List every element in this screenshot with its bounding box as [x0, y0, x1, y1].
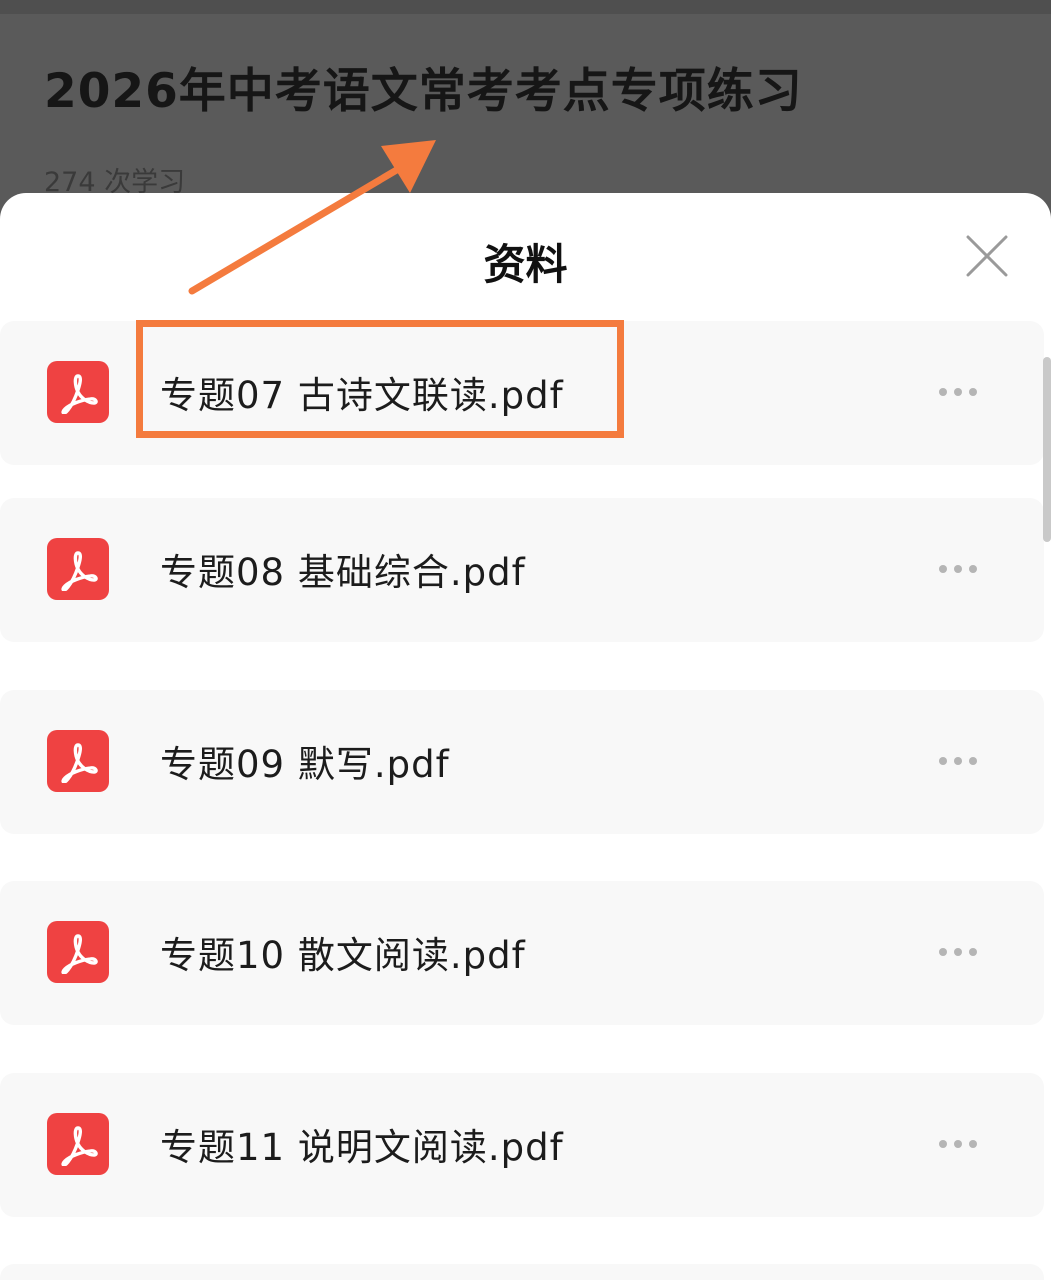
more-options-button[interactable] — [930, 1129, 986, 1159]
file-name: 专题11 说明文阅读.pdf — [160, 1126, 564, 1169]
close-button[interactable] — [958, 227, 1016, 285]
more-dot-icon — [954, 565, 962, 573]
file-row[interactable]: 专题09 默写.pdf — [0, 690, 1044, 834]
pdf-icon — [47, 538, 109, 600]
course-title: 2026年中考语文常考考点专项练习 — [44, 64, 803, 119]
more-dot-icon — [969, 388, 977, 396]
more-dot-icon — [954, 388, 962, 396]
more-dot-icon — [969, 757, 977, 765]
more-dot-icon — [969, 565, 977, 573]
more-dot-icon — [954, 757, 962, 765]
more-options-button[interactable] — [930, 554, 986, 584]
more-dot-icon — [969, 1140, 977, 1148]
file-row[interactable]: 专题08 基础综合.pdf — [0, 498, 1044, 642]
more-dot-icon — [939, 565, 947, 573]
file-row-partial[interactable] — [0, 1264, 1044, 1280]
more-options-button[interactable] — [930, 746, 986, 776]
more-dot-icon — [954, 1140, 962, 1148]
more-dot-icon — [939, 948, 947, 956]
more-dot-icon — [939, 1140, 947, 1148]
more-dot-icon — [954, 948, 962, 956]
pdf-icon — [47, 921, 109, 983]
pdf-icon — [47, 1113, 109, 1175]
file-name: 专题09 默写.pdf — [160, 743, 450, 786]
scrollbar[interactable] — [1043, 357, 1051, 542]
background-tabs-strip — [0, 0, 1051, 14]
more-options-button[interactable] — [930, 937, 986, 967]
more-dot-icon — [939, 388, 947, 396]
file-row[interactable]: 专题11 说明文阅读.pdf — [0, 1073, 1044, 1217]
close-icon — [966, 235, 1008, 277]
more-dot-icon — [939, 757, 947, 765]
pdf-icon — [47, 730, 109, 792]
pdf-icon — [47, 361, 109, 423]
sheet-title: 资料 — [483, 240, 568, 289]
file-row[interactable]: 专题10 散文阅读.pdf — [0, 881, 1044, 1025]
annotation-highlight-box — [136, 320, 624, 438]
more-options-button[interactable] — [930, 377, 986, 407]
file-name: 专题08 基础综合.pdf — [160, 551, 526, 594]
more-dot-icon — [969, 948, 977, 956]
file-name: 专题10 散文阅读.pdf — [160, 934, 526, 977]
